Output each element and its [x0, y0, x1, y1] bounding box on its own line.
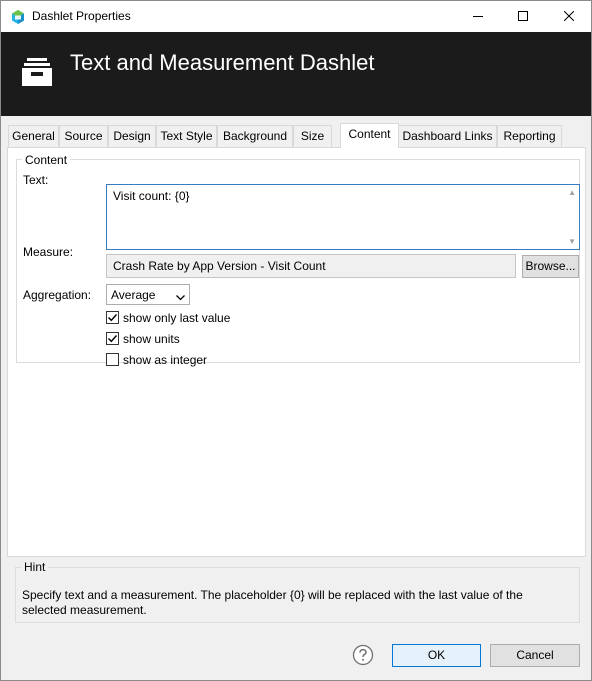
content-group: Content Text: Visit count: {0} ▲ ▼ Measu… [16, 153, 580, 367]
tab-reporting[interactable]: Reporting [497, 125, 562, 147]
tab-source[interactable]: Source [59, 125, 108, 147]
content-group-label: Content [22, 153, 71, 167]
tab-general[interactable]: General [8, 125, 59, 147]
help-icon[interactable] [352, 644, 374, 669]
tab-dashboard-links[interactable]: Dashboard Links [398, 125, 497, 147]
hint-text: Specify text and a measurement. The plac… [22, 588, 523, 617]
tab-size[interactable]: Size [293, 125, 332, 147]
cancel-button[interactable]: Cancel [490, 644, 580, 667]
aggregation-select[interactable]: Average [106, 284, 190, 305]
checkbox-label: show as integer [123, 353, 208, 367]
tab-background[interactable]: Background [217, 125, 293, 147]
window-title: Dashlet Properties [32, 9, 131, 23]
tab-content[interactable]: Content [340, 123, 399, 148]
content-panel: Content Text: Visit count: {0} ▲ ▼ Measu… [7, 147, 586, 557]
measure-label: Measure: [23, 245, 74, 259]
text-input[interactable]: Visit count: {0} ▲ ▼ [106, 184, 580, 250]
tab-design[interactable]: Design [108, 125, 156, 147]
text-input-value: Visit count: {0} [113, 189, 190, 203]
dialog-window: Dashlet Properties Text and Measurement … [0, 0, 592, 681]
tab-text-style[interactable]: Text Style [156, 125, 217, 147]
checkbox-checked-icon[interactable] [106, 332, 119, 345]
app-logo-icon [10, 9, 26, 25]
minimize-icon[interactable] [455, 1, 500, 31]
ok-button[interactable]: OK [392, 644, 481, 667]
scroll-up-icon[interactable]: ▲ [568, 188, 576, 197]
hint-group: Hint Specify text and a measurement. The… [15, 560, 580, 623]
close-icon[interactable] [546, 1, 591, 31]
checkbox-label: show only last value [123, 311, 231, 325]
dialog-heading: Text and Measurement Dashlet [70, 50, 375, 75]
inbox-tray-icon [20, 55, 54, 92]
hint-label: Hint [21, 560, 49, 574]
aggregation-label: Aggregation: [23, 288, 92, 302]
browse-button[interactable]: Browse... [522, 255, 579, 278]
checkbox-label: show units [123, 332, 180, 346]
scroll-down-icon[interactable]: ▼ [568, 237, 576, 246]
measure-field[interactable]: Crash Rate by App Version - Visit Count [106, 254, 516, 278]
checkbox-checked-icon[interactable] [106, 311, 119, 324]
dialog-header: Text and Measurement Dashlet [1, 32, 591, 116]
aggregation-value: Average [111, 288, 156, 302]
chevron-down-icon [176, 290, 185, 304]
maximize-icon[interactable] [500, 1, 545, 31]
measure-value: Crash Rate by App Version - Visit Count [113, 259, 326, 273]
title-bar[interactable]: Dashlet Properties [1, 1, 591, 32]
text-label: Text: [23, 173, 49, 187]
checkbox-unchecked-icon[interactable] [106, 353, 119, 366]
